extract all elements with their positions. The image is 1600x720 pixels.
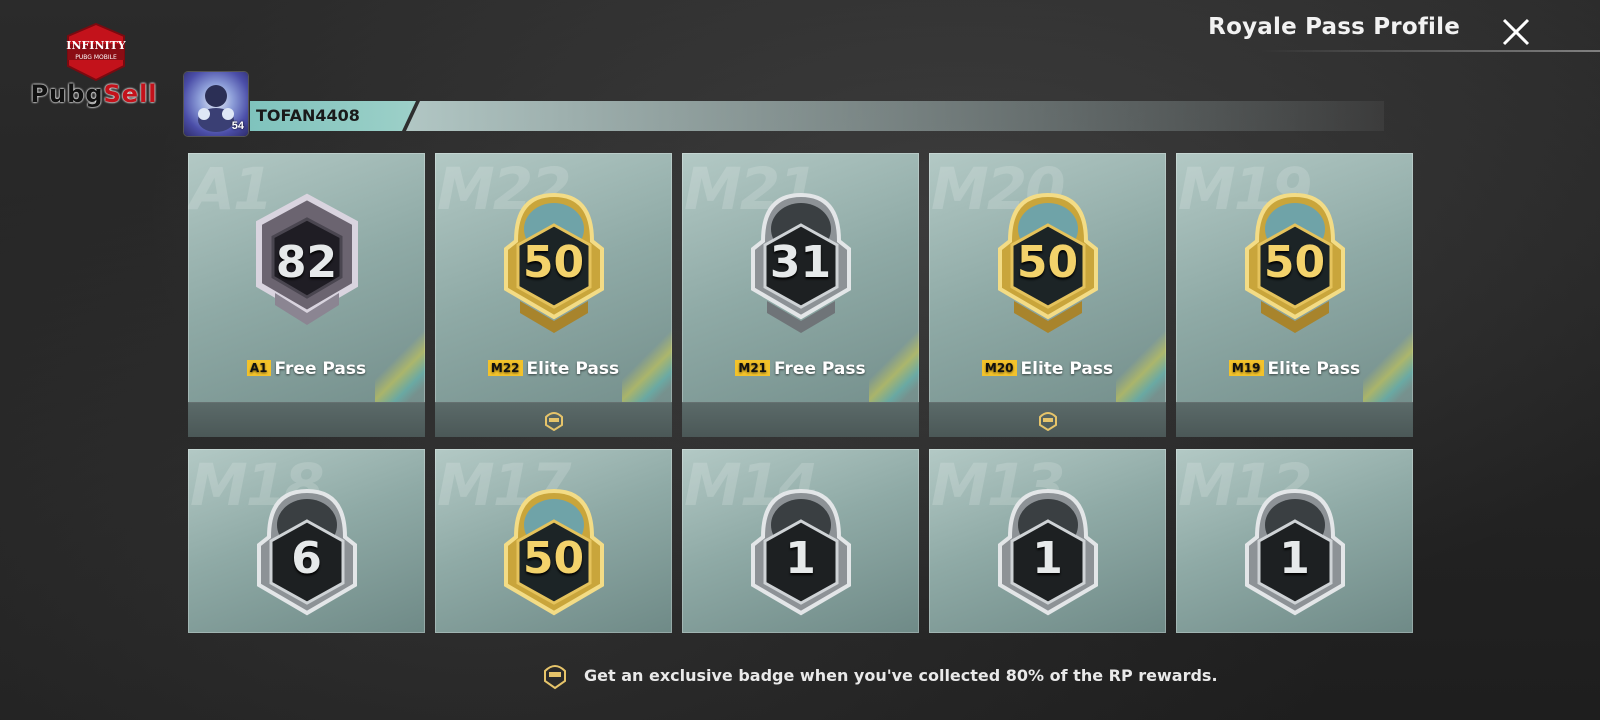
badge-level: 31 (769, 237, 832, 288)
season-card-m19[interactable]: M19 50 M19 Elite Pass (1176, 153, 1413, 437)
card-footer (188, 402, 425, 437)
shield-text-2: PUBG MOBILE (75, 54, 117, 61)
rank-badge: 82 (247, 189, 367, 349)
player-level: 54 (231, 120, 244, 132)
brand-name: PubgSell (30, 80, 158, 108)
close-button[interactable] (1496, 12, 1536, 52)
note-text: Get an exclusive badge when you've colle… (584, 665, 1218, 685)
season-card-m17[interactable]: M17 50 (435, 449, 672, 633)
rank-badge: 50 (1235, 189, 1355, 349)
rank-badge: 6 (247, 485, 367, 633)
card-footer (1176, 402, 1413, 437)
season-card-m22[interactable]: M22 50 M22 Elite Pass (435, 153, 672, 437)
season-grid: A1 82 A1Free Pass M22 50 M22Elite Pass (188, 153, 1414, 633)
rank-badge: 1 (988, 485, 1108, 633)
rank-badge: 50 (494, 189, 614, 349)
pass-label: M20 Elite Pass (929, 359, 1166, 379)
badge-level: 6 (291, 533, 322, 584)
season-card-a1[interactable]: A1 82 A1 Free Pass (188, 153, 425, 437)
season-card-m14[interactable]: M14 1 (682, 449, 919, 633)
elite-badge-icon (544, 412, 563, 431)
season-tag: M21 (735, 360, 771, 376)
season-tag: M22 (487, 360, 523, 376)
rp-reward-note: Get an exclusive badge when you've colle… (540, 660, 1218, 690)
rank-badge: 1 (741, 485, 861, 633)
rp-badge-icon (544, 665, 566, 690)
season-tag: M20 (981, 360, 1017, 376)
rank-badge: 1 (1235, 485, 1355, 633)
page-title: Royale Pass Profile (1208, 14, 1460, 40)
close-icon (1502, 18, 1530, 46)
season-card-m21[interactable]: M21 31 M21 Free Pass (682, 153, 919, 437)
player-name-tag: TOFAN4408 (250, 101, 416, 131)
card-footer (435, 402, 672, 437)
rank-badge: 31 (741, 189, 861, 349)
player-name: TOFAN4408 (256, 106, 360, 125)
season-tag: M19 (1228, 360, 1264, 376)
season-card-m13[interactable]: M13 1 (929, 449, 1166, 633)
pass-label: M19 Elite Pass (1176, 359, 1413, 379)
elite-badge-icon (1038, 412, 1057, 431)
season-card-m18[interactable]: M18 6 (188, 449, 425, 633)
rank-badge: 50 (988, 189, 1108, 349)
avatar[interactable]: 54 (184, 72, 248, 136)
pass-label: A1 Free Pass (188, 359, 425, 379)
badge-level: 1 (1279, 533, 1310, 584)
pass-label: M22 Elite Pass (435, 359, 672, 379)
badge-level: 50 (1263, 237, 1326, 288)
card-footer (929, 402, 1166, 437)
infinity-shield-icon: INFINITY PUBG MOBILE (66, 22, 126, 82)
season-card-m12[interactable]: M12 1 (1176, 449, 1413, 633)
badge-level: 50 (522, 237, 585, 288)
season-card-m20[interactable]: M20 50 M20 Elite Pass (929, 153, 1166, 437)
card-footer (682, 402, 919, 437)
name-bar-strip (406, 101, 1384, 131)
badge-level: 1 (1032, 533, 1063, 584)
badge-level: 1 (785, 533, 816, 584)
watermark-logo: INFINITY PUBG MOBILE PubgSell (24, 20, 164, 115)
rank-badge: 50 (494, 485, 614, 633)
shield-text-1: INFINITY (66, 39, 126, 52)
header-divider (1260, 50, 1600, 52)
badge-level: 82 (275, 237, 338, 288)
season-tag: A1 (246, 360, 271, 376)
player-name-bar: TOFAN4408 (250, 101, 1384, 131)
pass-label: M21 Free Pass (682, 359, 919, 379)
badge-level: 50 (1016, 237, 1079, 288)
badge-level: 50 (522, 533, 585, 584)
